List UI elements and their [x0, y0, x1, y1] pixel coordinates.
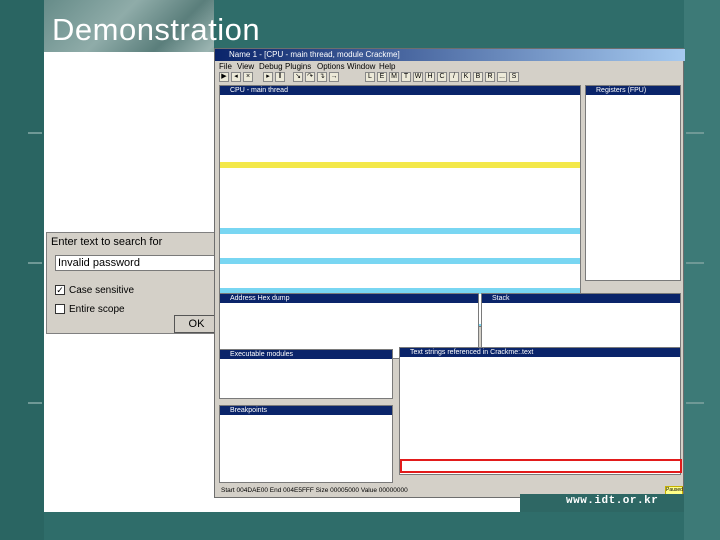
case-sensitive-checkbox[interactable]: ✓: [55, 285, 65, 295]
registers-pane-title: Registers (FPU): [586, 86, 680, 95]
toolbar-run-icon[interactable]: ▸: [263, 72, 273, 82]
cpu-pane-title: CPU - main thread: [220, 86, 580, 95]
search-input[interactable]: Invalid password: [55, 255, 219, 271]
registers-pane[interactable]: Registers (FPU): [585, 85, 681, 281]
strings-pane-title: Text strings referenced in Crackme:.text: [400, 348, 680, 357]
right-dash: [686, 132, 704, 134]
toolbar-btn-e[interactable]: E: [377, 72, 387, 82]
toolbar-btn-s[interactable]: S: [509, 72, 519, 82]
slide-left-rail: [0, 0, 44, 540]
toolbar-btn-m[interactable]: M: [389, 72, 399, 82]
toolbar-btn-w[interactable]: W: [413, 72, 423, 82]
brand-url: www.idt.or.kr: [566, 495, 659, 507]
search-prompt: Enter text to search for: [51, 236, 163, 248]
stack-pane[interactable]: Stack: [481, 293, 681, 351]
toolbar-step-over-icon[interactable]: ↷: [305, 72, 315, 82]
breakpoint-lines: [220, 416, 392, 464]
left-dash: [28, 402, 42, 404]
case-sensitive-label: Case sensitive: [69, 285, 135, 296]
toolbar-step-into-icon[interactable]: ↘: [293, 72, 303, 82]
toolbar-btn-k[interactable]: K: [461, 72, 471, 82]
debugger-title: Name 1 - [CPU - main thread, module Crac…: [229, 50, 400, 59]
toolbar-btn-slash[interactable]: /: [449, 72, 459, 82]
toolbar-btn-r[interactable]: R: [485, 72, 495, 82]
toolbar-btn-c[interactable]: C: [437, 72, 447, 82]
dump-pane-title: Address Hex dump: [220, 294, 478, 303]
right-dash: [686, 402, 704, 404]
left-dash: [28, 132, 42, 134]
debugger-titlebar[interactable]: Name 1 - [CPU - main thread, module Crac…: [215, 49, 685, 61]
toolbar-open-icon[interactable]: ▶: [219, 72, 229, 82]
debugger-window: Name 1 - [CPU - main thread, module Crac…: [214, 48, 685, 498]
string-reference-lines: [400, 358, 680, 474]
breakpoints-pane-title: Breakpoints: [220, 406, 392, 415]
strings-pane[interactable]: Text strings referenced in Crackme:.text: [399, 347, 681, 475]
toolbar-btn-h[interactable]: H: [425, 72, 435, 82]
breakpoints-pane[interactable]: Breakpoints: [219, 405, 393, 483]
slide-title: Demonstration: [52, 12, 261, 47]
cpu-disassembly-pane[interactable]: CPU - main thread: [219, 85, 581, 327]
toolbar-btn-dots[interactable]: ...: [497, 72, 507, 82]
toolbar-close-icon[interactable]: ×: [243, 72, 253, 82]
highlight-box: [400, 459, 682, 473]
entire-scope-checkbox[interactable]: [55, 304, 65, 314]
toolbar-btn-b[interactable]: B: [473, 72, 483, 82]
right-dash: [686, 262, 704, 264]
debugger-toolbar: ▶ ◂ × ▸ ‖ ↘ ↷ ↴ → L E M T W H C / K B R …: [215, 71, 685, 83]
stack-pane-title: Stack: [482, 294, 680, 303]
search-dialog: Enter text to search for Invalid passwor…: [46, 232, 219, 334]
toolbar-btn-t[interactable]: T: [401, 72, 411, 82]
ok-button[interactable]: OK: [174, 315, 219, 333]
toolbar-pause-icon[interactable]: ‖: [275, 72, 285, 82]
modules-pane-title: Executable modules: [220, 350, 392, 359]
toolbar-trace-icon[interactable]: ↴: [317, 72, 327, 82]
left-dash: [28, 262, 42, 264]
modules-pane[interactable]: Executable modules: [219, 349, 393, 399]
toolbar-till-return-icon[interactable]: →: [329, 72, 339, 82]
register-lines: [586, 96, 680, 180]
toolbar-btn-l[interactable]: L: [365, 72, 375, 82]
toolbar-restart-icon[interactable]: ◂: [231, 72, 241, 82]
slide-right-rail: [684, 0, 720, 540]
entire-scope-label: Entire scope: [69, 304, 125, 315]
